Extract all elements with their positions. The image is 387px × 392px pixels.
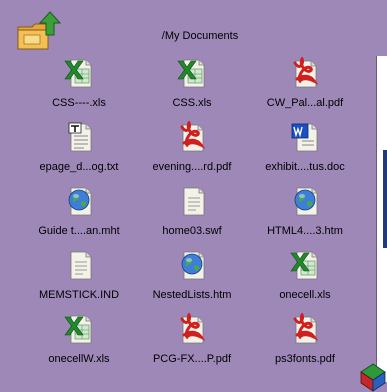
pdf-file-icon <box>177 311 207 345</box>
spreadsheet-file-icon <box>64 313 94 345</box>
pdf-file-icon <box>290 311 320 345</box>
web-page-icon <box>64 185 94 217</box>
file-item[interactable]: ps3fonts.pdf <box>243 311 367 375</box>
word-document-icon <box>290 121 320 153</box>
file-name: onecellW.xls <box>48 353 110 365</box>
file-name: exhibit....tus.doc <box>265 161 345 173</box>
file-name: epage_d...og.txt <box>39 161 119 173</box>
file-item[interactable]: Guide t....an.mht <box>17 185 141 247</box>
file-item[interactable]: HTML4....3.htm <box>243 185 367 247</box>
file-item[interactable]: MEMSTICK.IND <box>17 249 141 311</box>
file-name: CSS----.xls <box>52 97 106 109</box>
file-name: HTML4....3.htm <box>267 225 343 237</box>
file-name: MEMSTICK.IND <box>38 289 120 301</box>
pdf-file-icon <box>290 55 320 89</box>
file-item[interactable]: CW_Pal...al.pdf <box>243 55 367 119</box>
generic-file-icon <box>64 249 94 281</box>
file-name: ps3fonts.pdf <box>275 353 335 365</box>
current-path: /My Documents <box>161 30 239 42</box>
text-file-icon <box>64 121 94 153</box>
file-name: home03.swf <box>162 225 222 237</box>
spreadsheet-file-icon <box>177 57 207 89</box>
file-name: NestedLists.htm <box>152 289 232 301</box>
spreadsheet-file-icon <box>64 57 94 89</box>
file-name: CW_Pal...al.pdf <box>266 97 344 109</box>
file-name: CSS.xls <box>172 97 212 109</box>
pdf-file-icon <box>177 119 207 153</box>
file-item[interactable]: onecellW.xls <box>17 313 141 375</box>
spreadsheet-file-icon <box>290 249 320 281</box>
web-page-icon <box>290 185 320 217</box>
file-item[interactable]: exhibit....tus.doc <box>243 121 367 183</box>
background-window-selection <box>383 150 387 248</box>
file-browser: /My Documents CSS----.xls CSS.xls CW_Pal… <box>0 0 387 392</box>
web-page-icon <box>177 249 207 281</box>
file-item[interactable]: home03.swf <box>130 185 254 247</box>
corner-shape-icon[interactable] <box>360 362 387 392</box>
generic-file-icon <box>177 185 207 217</box>
file-item[interactable]: NestedLists.htm <box>130 249 254 311</box>
file-item[interactable]: CSS----.xls <box>17 57 141 119</box>
file-name: onecell.xls <box>279 289 331 301</box>
up-folder-button[interactable] <box>14 9 66 55</box>
file-item[interactable]: epage_d...og.txt <box>17 121 141 183</box>
file-name: PCG-FX....P.pdf <box>152 353 232 365</box>
file-name: Guide t....an.mht <box>38 225 120 237</box>
up-folder-icon <box>17 11 62 50</box>
file-item[interactable]: CSS.xls <box>130 57 254 119</box>
file-name: evening....rd.pdf <box>152 161 232 173</box>
file-item[interactable]: PCG-FX....P.pdf <box>130 311 254 375</box>
file-item[interactable]: evening....rd.pdf <box>130 119 254 183</box>
file-item[interactable]: onecell.xls <box>243 249 367 311</box>
